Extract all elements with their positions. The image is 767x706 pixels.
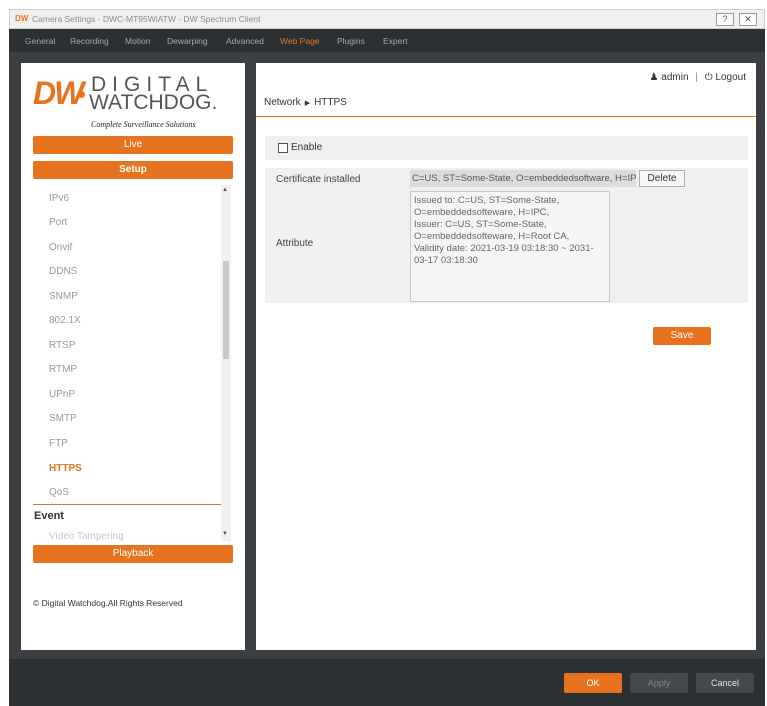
- submenu-item-qos[interactable]: QoS: [49, 487, 69, 498]
- playback-button[interactable]: Playback: [33, 545, 233, 563]
- breadcrumb-parent: Network: [264, 97, 301, 108]
- left-sidebar: DW DIGITAL WATCHDOG. Complete Surveillan…: [21, 63, 245, 650]
- submenu-item-rtmp[interactable]: RTMP: [49, 364, 77, 375]
- submenu-item-video-tampering[interactable]: Video Tampering: [49, 531, 124, 541]
- setup-button[interactable]: Setup: [33, 161, 233, 179]
- save-button[interactable]: Save: [653, 327, 711, 345]
- power-icon[interactable]: ⏻: [705, 72, 713, 83]
- camera-settings-window: DW Camera Settings - DWC-MT95WiATW - DW …: [0, 0, 767, 706]
- attribute-label: Attribute: [276, 238, 314, 249]
- logo-tagline: Complete Surveillance Solutions: [91, 120, 196, 129]
- tab-web-page[interactable]: Web Page: [280, 36, 320, 46]
- logout-link[interactable]: Logout: [715, 72, 746, 83]
- submenu-item-rtsp[interactable]: RTSP: [49, 340, 76, 351]
- attribute-textbox[interactable]: Issued to: C=US, ST=Some-State, O=embedd…: [410, 191, 610, 302]
- username: admin: [661, 72, 689, 83]
- apply-button[interactable]: Apply: [630, 673, 688, 693]
- help-icon[interactable]: ?: [716, 13, 734, 26]
- header-divider: [256, 116, 756, 117]
- copyright-text: © Digital Watchdog.All Rights Reserved: [33, 598, 183, 608]
- tab-dewarping[interactable]: Dewarping: [167, 36, 208, 46]
- close-icon[interactable]: ✕: [739, 13, 757, 26]
- tab-advanced[interactable]: Advanced: [226, 36, 264, 46]
- submenu-scrollbar[interactable]: ▲ ▼: [221, 185, 231, 541]
- tab-recording[interactable]: Recording: [70, 36, 109, 46]
- submenu-item-8021x[interactable]: 802.1X: [49, 315, 81, 326]
- dialog-button-bar: OK Apply Cancel: [9, 659, 765, 706]
- certificate-installed-label: Certificate installed: [276, 174, 361, 185]
- cancel-button[interactable]: Cancel: [696, 673, 754, 693]
- submenu-item-ftp[interactable]: FTP: [49, 438, 68, 449]
- submenu-item-ipv6[interactable]: IPv6: [49, 193, 69, 204]
- tab-general[interactable]: General: [25, 36, 55, 46]
- tab-expert[interactable]: Expert: [383, 36, 408, 46]
- live-button[interactable]: Live: [33, 136, 233, 154]
- logo-line2: WATCHDOG.: [89, 91, 218, 114]
- certificate-section: Certificate installed C=US, ST=Some-Stat…: [265, 168, 748, 303]
- submenu-item-upnp[interactable]: UPnP: [49, 389, 75, 400]
- submenu-section-event[interactable]: Event: [34, 510, 64, 522]
- main-content: ♟ admin | ⏻ Logout Network ▶ HTTPS Enable …: [256, 63, 756, 650]
- logo-dot-icon: [78, 91, 85, 98]
- setup-submenu: IPv6 Port Onvif DDNS SNMP 802.1X RTSP RT…: [33, 185, 233, 541]
- app-logo-icon: DW: [15, 14, 29, 23]
- user-bar-separator: |: [695, 72, 698, 83]
- breadcrumb-arrow-icon: ▶: [304, 100, 311, 107]
- scroll-up-icon[interactable]: ▲: [222, 187, 228, 193]
- ok-button[interactable]: OK: [564, 673, 622, 693]
- breadcrumb: Network ▶ HTTPS: [264, 97, 347, 108]
- user-bar: ♟ admin | ⏻ Logout: [650, 72, 746, 83]
- enable-row: Enable: [265, 136, 748, 160]
- scrollbar-thumb[interactable]: [223, 261, 229, 359]
- tab-motion[interactable]: Motion: [125, 36, 151, 46]
- settings-tab-bar: General Recording Motion Dewarping Advan…: [9, 29, 765, 52]
- delete-button[interactable]: Delete: [639, 170, 685, 187]
- submenu-divider: [33, 504, 221, 505]
- user-icon: ♟: [649, 72, 659, 83]
- submenu-item-smtp[interactable]: SMTP: [49, 413, 77, 424]
- submenu-item-snmp[interactable]: SNMP: [49, 291, 78, 302]
- digital-watchdog-logo: DW DIGITAL WATCHDOG. Complete Surveillan…: [33, 73, 233, 135]
- enable-label[interactable]: Enable: [291, 142, 322, 153]
- window-title: Camera Settings - DWC-MT95WiATW - DW Spe…: [32, 14, 261, 24]
- logo-mark: DW: [33, 75, 84, 111]
- submenu-item-ddns[interactable]: DDNS: [49, 266, 77, 277]
- breadcrumb-current: HTTPS: [314, 97, 347, 108]
- certificate-value-field: C=US, ST=Some-State, O=embeddedsoftware,…: [410, 170, 636, 187]
- title-bar: DW Camera Settings - DWC-MT95WiATW - DW …: [9, 9, 765, 29]
- submenu-item-port[interactable]: Port: [49, 217, 67, 228]
- submenu-item-https[interactable]: HTTPS: [49, 463, 82, 474]
- enable-checkbox[interactable]: [278, 143, 288, 153]
- scroll-down-icon[interactable]: ▼: [222, 531, 228, 537]
- tab-plugins[interactable]: Plugins: [337, 36, 365, 46]
- submenu-item-onvif[interactable]: Onvif: [49, 242, 72, 253]
